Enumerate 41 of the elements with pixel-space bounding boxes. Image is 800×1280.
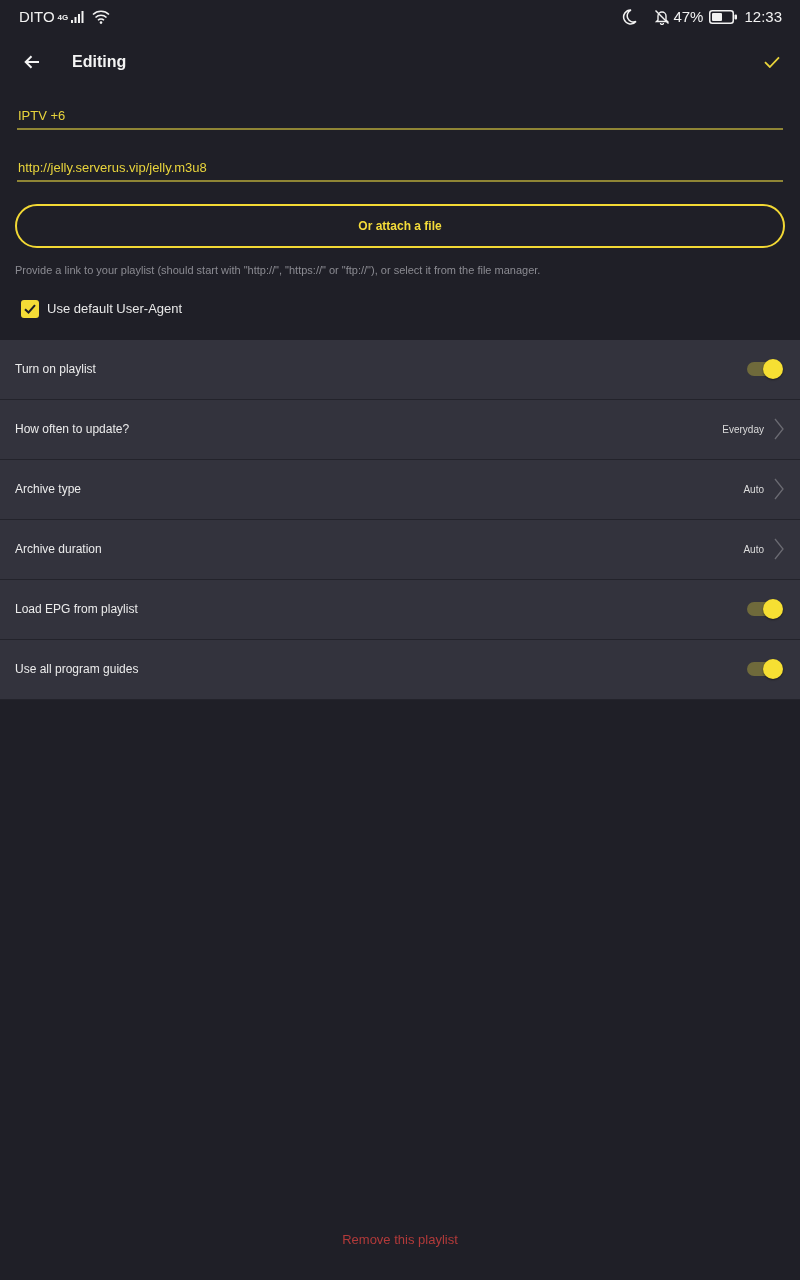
playlist-url-field[interactable]: http://jelly.serverus.vip/jelly.m3u8 — [17, 157, 783, 182]
carrier-name: DITO — [19, 6, 55, 27]
screen-title: Editing — [72, 52, 127, 72]
clock-time: 12:33 — [744, 6, 782, 27]
battery-icon — [709, 10, 738, 24]
network-type: 4G — [57, 11, 69, 24]
back-arrow-icon — [24, 55, 40, 69]
playlist-name-field[interactable]: IPTV +6 — [17, 105, 783, 130]
signal-icon — [71, 11, 85, 23]
settings-row[interactable]: Archive type Auto — [0, 459, 800, 520]
setting-value: Everyday — [722, 422, 764, 437]
battery-percent: 47% — [673, 6, 704, 27]
chevron-right-icon — [774, 538, 784, 560]
bell-off-icon — [654, 9, 671, 25]
setting-label: Archive duration — [15, 541, 102, 558]
chevron-right-icon — [774, 478, 784, 500]
settings-row[interactable]: How often to update? Everyday — [0, 399, 800, 460]
settings-row[interactable]: Use all program guides — [0, 639, 800, 700]
settings-row[interactable]: Load EPG from playlist — [0, 579, 800, 640]
setting-label: Use all program guides — [15, 661, 139, 678]
toggle-switch[interactable] — [747, 658, 784, 680]
settings-row[interactable]: Turn on playlist — [0, 339, 800, 400]
setting-label: How often to update? — [15, 421, 130, 438]
attach-file-button[interactable]: Or attach a file — [15, 204, 785, 248]
toggle-switch[interactable] — [747, 358, 784, 380]
moon-icon — [622, 9, 638, 25]
setting-label: Turn on playlist — [15, 361, 96, 378]
toggle-switch[interactable] — [747, 598, 784, 620]
save-button[interactable] — [764, 56, 780, 68]
checkbox[interactable] — [21, 299, 39, 318]
setting-label: Load EPG from playlist — [15, 601, 138, 618]
checkmark-icon — [764, 56, 780, 68]
settings-row[interactable]: Archive duration Auto — [0, 519, 800, 580]
setting-label: Archive type — [15, 481, 82, 498]
checkbox-label: Use default User-Agent — [47, 300, 183, 318]
back-button[interactable] — [24, 55, 40, 69]
chevron-right-icon — [774, 418, 784, 440]
wifi-icon — [92, 10, 111, 24]
setting-value: Auto — [743, 542, 764, 557]
setting-value: Auto — [743, 482, 764, 497]
help-text: Provide a link to your playlist (should start with "http://", "https://" or "ftp://"), or select it from the file manager. — [15, 263, 542, 278]
